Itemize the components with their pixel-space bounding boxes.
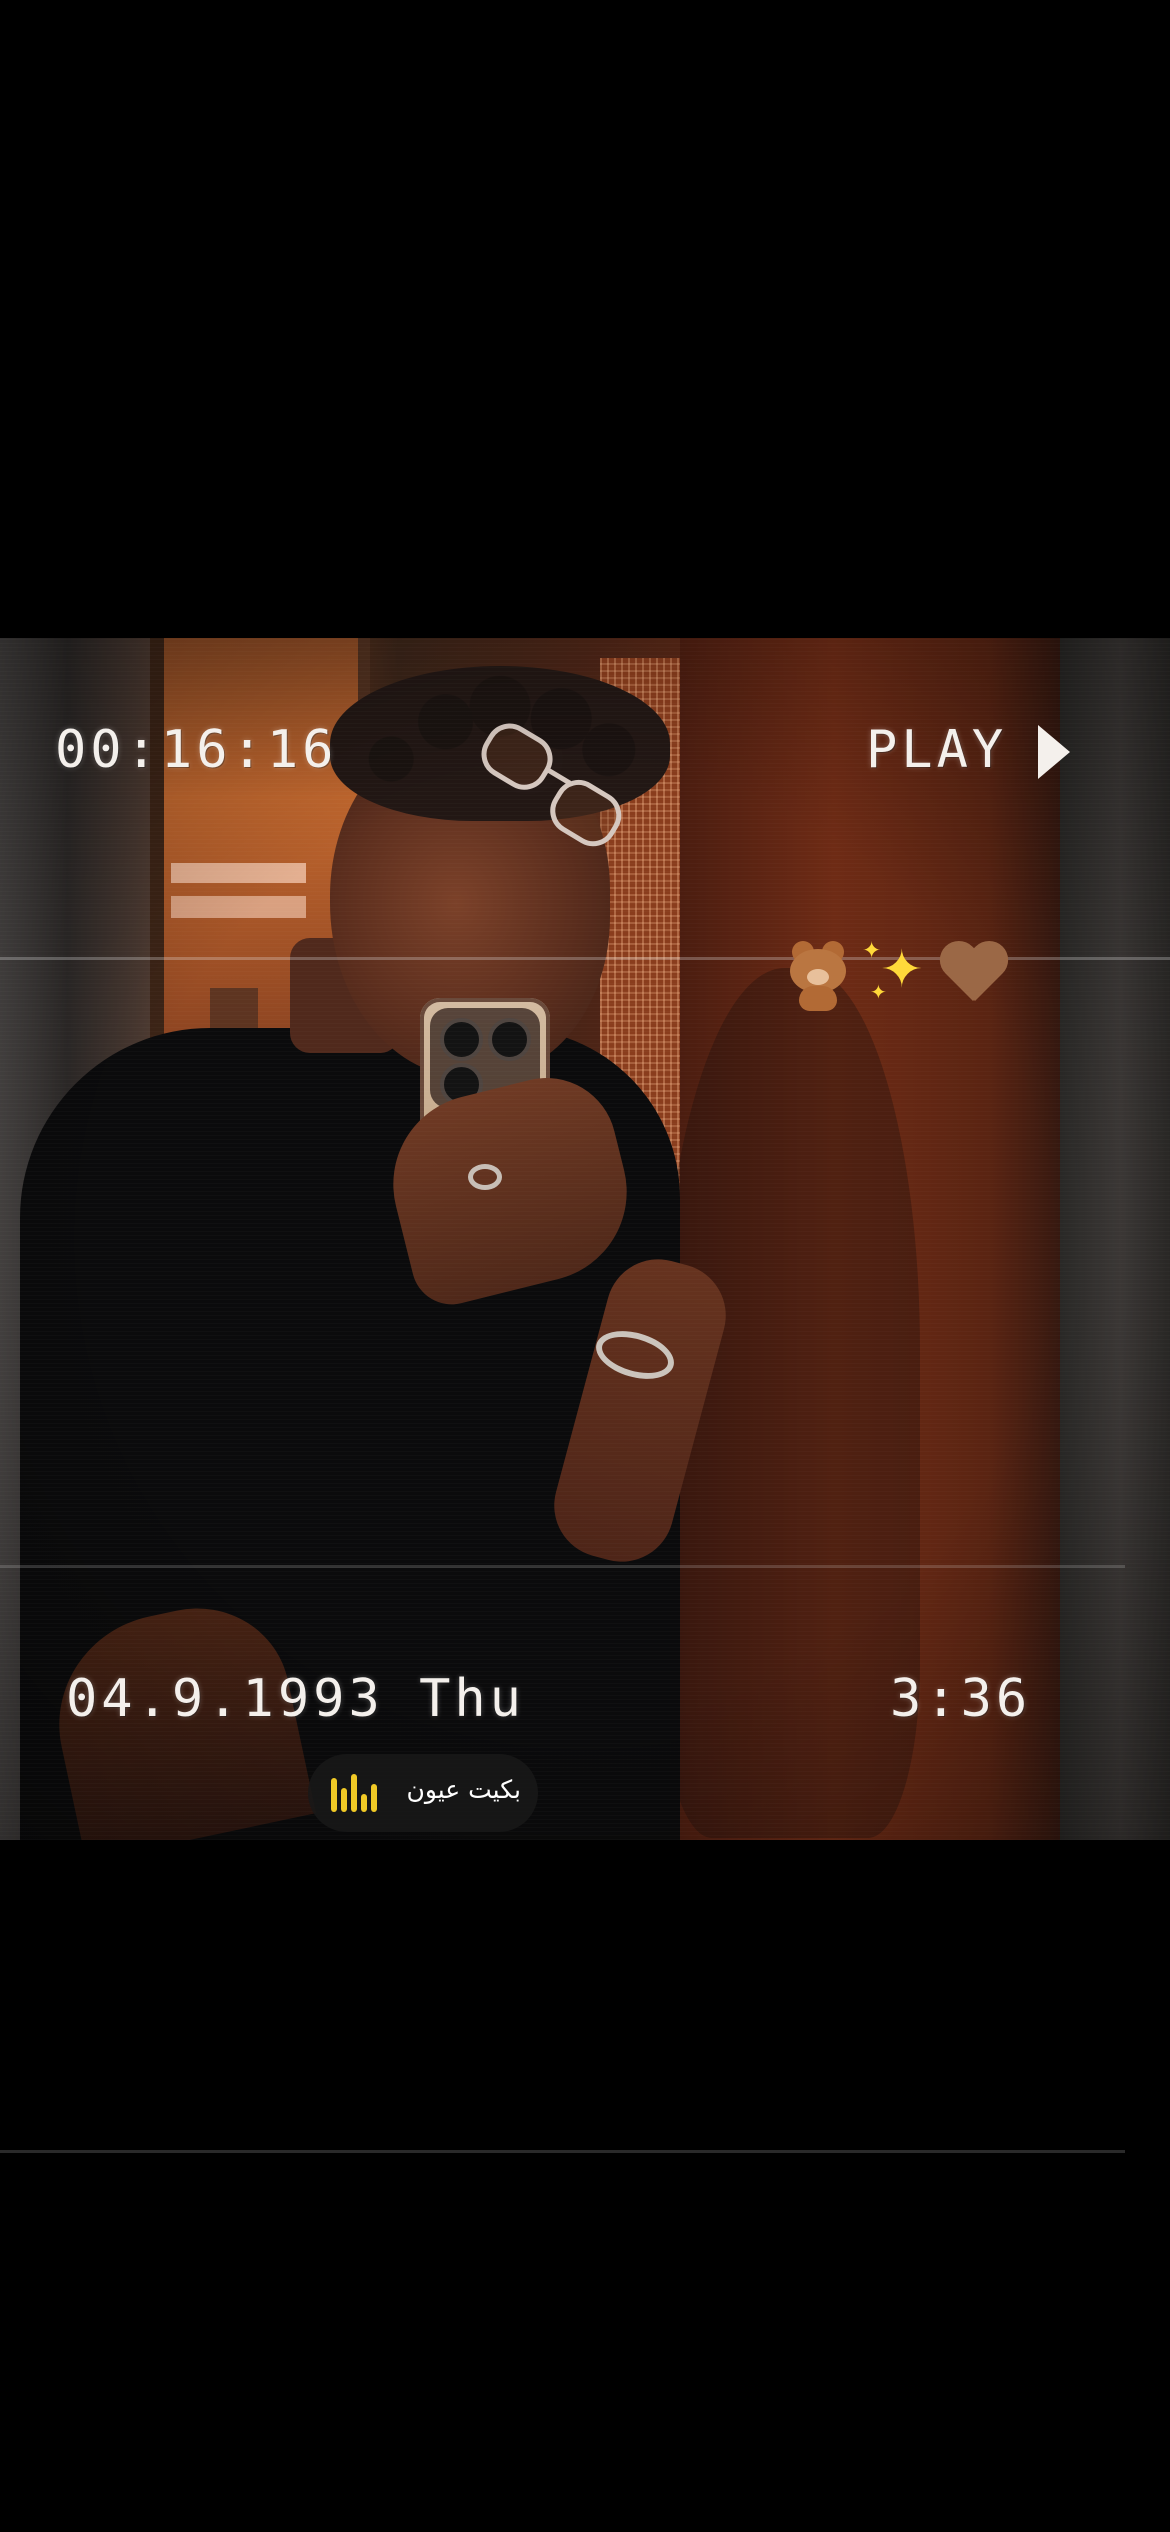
vhs-clock-label: 3:36 bbox=[890, 1669, 1032, 1729]
audio-bar bbox=[371, 1784, 377, 1812]
bear-body bbox=[799, 986, 837, 1011]
bear-snout bbox=[807, 969, 829, 985]
sparkles-icon: ✦ ✦ ✦ bbox=[862, 940, 932, 1010]
brown-heart-icon bbox=[937, 943, 1009, 1007]
sparkle-icon: ✦ bbox=[870, 980, 887, 1004]
vhs-date-label: 04.9.1993 Thu bbox=[66, 1669, 525, 1729]
sunglasses-bridge bbox=[544, 766, 572, 786]
person-taking-mirror-selfie bbox=[0, 638, 1170, 1840]
audio-waveform-icon bbox=[331, 1774, 379, 1812]
audio-bar bbox=[351, 1774, 357, 1812]
sparkle-icon: ✦ bbox=[862, 938, 882, 964]
vhs-play-label: PLAY bbox=[866, 720, 1008, 780]
story-screen: 00:16:16 PLAY ✦ ✦ ✦ 04.9.1993 Thu 3:36 ب… bbox=[0, 0, 1170, 2532]
play-icon bbox=[1038, 725, 1070, 779]
song-title: بكيت عيون bbox=[406, 1775, 521, 1804]
ring bbox=[468, 1164, 502, 1190]
audio-bar bbox=[341, 1788, 347, 1812]
story-photo bbox=[0, 638, 1170, 1840]
vhs-timecode: 00:16:16 bbox=[55, 720, 338, 780]
camera-lens bbox=[440, 1018, 483, 1061]
audio-bar bbox=[361, 1794, 367, 1812]
vhs-scan-line bbox=[0, 2150, 1125, 2153]
audio-bar bbox=[331, 1778, 337, 1812]
emoji-sticker-row[interactable]: ✦ ✦ ✦ bbox=[780, 935, 1020, 1017]
camera-lens bbox=[488, 1018, 531, 1061]
music-sticker[interactable]: بكيت عيون bbox=[308, 1754, 538, 1832]
teddy-bear-icon bbox=[780, 941, 856, 1011]
